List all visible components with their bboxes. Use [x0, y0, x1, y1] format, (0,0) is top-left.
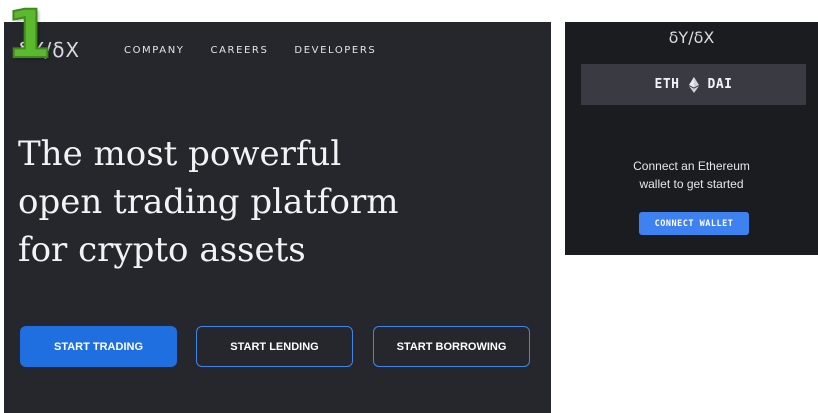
- landing-page: δY/δX COMPANY CAREERS DEVELOPERS The mos…: [4, 22, 551, 413]
- hero-line-1: The most powerful: [18, 134, 342, 174]
- start-trading-button[interactable]: START TRADING: [20, 326, 177, 367]
- nav-company[interactable]: COMPANY: [124, 45, 185, 56]
- connect-message-line-2: wallet to get started: [639, 177, 744, 191]
- pair-base: ETH: [654, 77, 680, 92]
- step-number-badge: 1: [5, 0, 53, 73]
- start-borrowing-button[interactable]: START BORROWING: [373, 326, 530, 367]
- nav-developers[interactable]: DEVELOPERS: [294, 45, 376, 56]
- trade-widget: δY/δX ETH DAI Connect an Ethereum wallet…: [565, 22, 818, 255]
- ethereum-icon: [688, 76, 699, 93]
- hero-line-2: open trading platform: [18, 182, 399, 222]
- hero-line-3: for crypto assets: [18, 230, 306, 270]
- nav-careers[interactable]: CAREERS: [211, 45, 269, 56]
- connect-message-line-1: Connect an Ethereum: [633, 159, 750, 173]
- top-nav: COMPANY CAREERS DEVELOPERS: [124, 45, 376, 56]
- pair-quote: DAI: [707, 77, 733, 92]
- connect-wallet-button[interactable]: CONNECT WALLET: [639, 212, 749, 235]
- connect-message: Connect an Ethereum wallet to get starte…: [565, 157, 818, 193]
- start-lending-button[interactable]: START LENDING: [196, 326, 353, 367]
- hero-heading: The most powerful open trading platform …: [18, 130, 538, 274]
- pair-selector[interactable]: ETH DAI: [581, 64, 806, 105]
- widget-logo: δY/δX: [668, 28, 715, 47]
